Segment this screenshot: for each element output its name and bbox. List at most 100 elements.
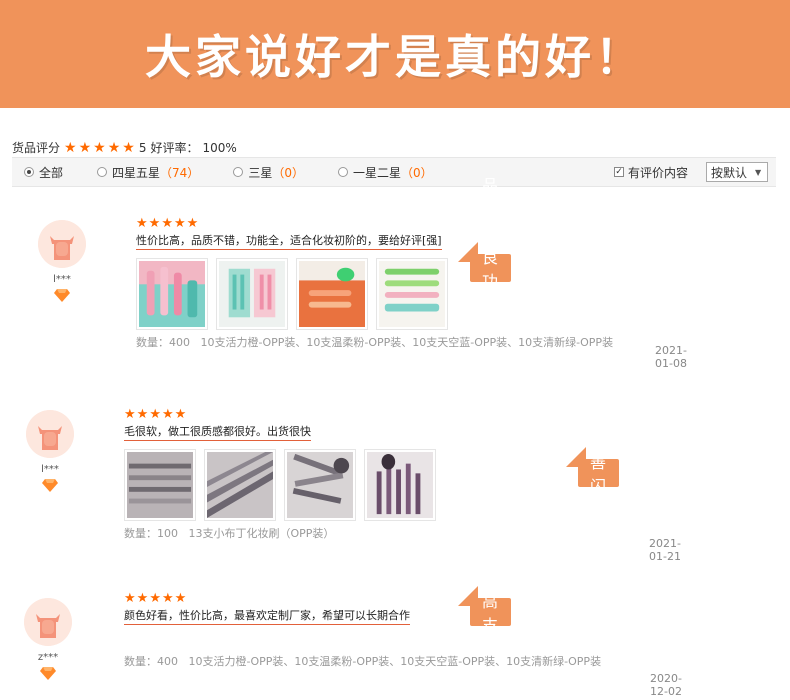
review-stars: ★ ★ ★ ★ ★ — [136, 217, 613, 231]
star-icon: ★ — [186, 216, 199, 231]
star-icon: ★ — [174, 407, 187, 422]
orange-brushes-image — [299, 261, 365, 327]
summary-stars: ★ ★ ★ ★ ★ — [64, 141, 135, 155]
variant: 10支活力橙-OPP装、10支温柔粉-OPP装、10支天空蓝-OPP装、10支清… — [200, 336, 614, 349]
quantity: 数量：400 — [136, 336, 190, 349]
checkbox-icon[interactable]: ✓ — [613, 167, 624, 177]
radio-icon[interactable] — [97, 167, 108, 177]
has-content-toggle[interactable]: ✓ 有评价内容 — [613, 164, 688, 181]
star-icon: ★ — [148, 216, 161, 231]
reviewer-info: l*** — [20, 410, 80, 496]
promo-callout: 品质优良 功能齐全 — [457, 176, 512, 363]
good-rate-label: 好评率： — [150, 141, 199, 155]
star-icon: ★ — [173, 216, 186, 231]
reviewer-info: z*** — [18, 598, 78, 684]
username: z*** — [37, 652, 59, 663]
review-content: ★ ★ ★ ★ ★ 颜色好看，性价比高，最喜欢定制厂家，希望可以长期合作 数量：… — [124, 592, 601, 669]
star-icon: ★ — [78, 139, 92, 156]
review-photo[interactable] — [364, 449, 436, 521]
review-photos — [136, 258, 613, 330]
review-date: 2021-01-08 — [655, 344, 687, 370]
star-icon: ★ — [161, 216, 173, 231]
filter-label: 一星二星 — [352, 165, 401, 180]
good-rate-value: 100% — [202, 140, 237, 155]
star-icon: ★ — [122, 139, 135, 156]
promo-callout: 性价比高 支持定制 — [457, 520, 512, 700]
cow-avatar-icon — [26, 410, 74, 458]
filter-three-stars[interactable]: 三星 （0） — [233, 164, 304, 181]
star-icon: ★ — [149, 591, 161, 606]
radio-icon[interactable] — [24, 167, 34, 177]
star-icon: ★ — [161, 407, 174, 422]
review-text-wrap: 颜色好看，性价比高，最喜欢定制厂家，希望可以长期合作 — [124, 607, 601, 625]
rating-summary: 货品评分 ★ ★ ★ ★ ★ 5 好评率： 100% — [12, 139, 237, 156]
cow-avatar-icon — [38, 220, 86, 268]
has-content-label: 有评价内容 — [627, 165, 688, 180]
sort-value: 按默认 — [711, 165, 748, 180]
review-meta: 数量：400 10支活力橙-OPP装、10支温柔粉-OPP装、10支天空蓝-OP… — [136, 334, 613, 350]
review-text: 毛很软，做工很质感都很好。出货很快 — [124, 425, 311, 441]
diamond-icon — [42, 479, 58, 492]
filter-bar: 全部 四星五星 （74） 三星 （0） 一星二星 （0） ✓ 有评价内容 按默认… — [12, 157, 776, 187]
filter-right-group: ✓ 有评价内容 按默认 ▼ — [613, 162, 768, 182]
filter-label: 三星 — [248, 165, 273, 180]
review-content: ★ ★ ★ ★ ★ 性价比高，品质不错，功能全，适合化妆初阶的，要给好评[强] — [136, 217, 613, 350]
review-meta: 数量：100 13支小布丁化妆刷（OPP装） — [124, 525, 436, 541]
star-icon: ★ — [136, 216, 148, 231]
review-photo[interactable] — [136, 258, 208, 330]
radio-icon[interactable] — [233, 167, 244, 177]
teal-brush-set-image — [139, 261, 205, 327]
filter-all[interactable]: 全部 — [24, 164, 63, 181]
review-text: 性价比高，品质不错，功能全，适合化妆初阶的，要给好评[强] — [136, 234, 442, 250]
star-icon: ★ — [161, 591, 174, 606]
star-icon: ★ — [124, 591, 136, 606]
star-icon: ★ — [124, 407, 136, 422]
review-photo[interactable] — [204, 449, 276, 521]
chevron-down-icon: ▼ — [755, 167, 762, 177]
sort-select[interactable]: 按默认 ▼ — [706, 162, 768, 182]
review-date: 2021-01-21 — [649, 537, 681, 563]
review-photo[interactable] — [216, 258, 288, 330]
star-icon: ★ — [107, 139, 121, 156]
review-photo[interactable] — [124, 449, 196, 521]
review-meta: 数量：400 10支活力橙-OPP装、10支温柔粉-OPP装、10支天空蓝-OP… — [124, 653, 601, 669]
grey-brushes-pile-image — [287, 452, 353, 518]
review-text-wrap: 性价比高，品质不错，功能全，适合化妆初阶的，要给好评[强] — [136, 232, 613, 250]
banner-title: 大家说好才是真的好！ — [145, 30, 645, 84]
review-content: ★ ★ ★ ★ ★ 毛很软，做工很质感都很好。出货很快 数量：100 13支小布… — [124, 408, 436, 541]
reviewer-info: l*** — [32, 220, 92, 306]
promo-callout: 售后完善 闪电发货 — [565, 381, 620, 568]
review-photos — [124, 449, 436, 521]
banner: 大家说好才是真的好！ — [0, 0, 790, 108]
review-stars: ★ ★ ★ ★ ★ — [124, 592, 601, 606]
username: l*** — [41, 464, 59, 475]
review-date: 2020-12-02 — [650, 672, 682, 698]
username: l*** — [53, 274, 71, 285]
pink-mint-case-image — [219, 261, 285, 327]
filter-label: 全部 — [39, 165, 64, 180]
rating-label: 货品评分 — [12, 141, 61, 155]
filter-one-two-stars[interactable]: 一星二星 （0） — [337, 164, 433, 181]
diamond-icon — [54, 289, 70, 302]
review-text-wrap: 毛很软，做工很质感都很好。出货很快 — [124, 423, 436, 441]
grey-brushes-close-image — [207, 452, 273, 518]
review-photo[interactable] — [296, 258, 368, 330]
star-icon: ★ — [174, 591, 187, 606]
review-stars: ★ ★ ★ ★ ★ — [124, 408, 436, 422]
radio-icon[interactable] — [337, 167, 348, 177]
grey-brushes-fan-image — [127, 452, 193, 518]
review-photo[interactable] — [376, 258, 448, 330]
quantity: 数量：100 — [124, 527, 178, 540]
avatar — [38, 220, 86, 268]
star-icon: ★ — [64, 139, 77, 156]
green-brushes-image — [379, 261, 445, 327]
filter-four-five-stars[interactable]: 四星五星 （74） — [97, 164, 199, 181]
filter-count: （0） — [400, 165, 433, 180]
star-icon: ★ — [136, 591, 149, 606]
filter-label: 四星五星 — [112, 165, 161, 180]
review-photo[interactable] — [284, 449, 356, 521]
star-icon: ★ — [93, 139, 106, 156]
avatar — [26, 410, 74, 458]
variant: 10支活力橙-OPP装、10支温柔粉-OPP装、10支天空蓝-OPP装、10支清… — [188, 655, 602, 668]
diamond-icon — [40, 667, 56, 680]
